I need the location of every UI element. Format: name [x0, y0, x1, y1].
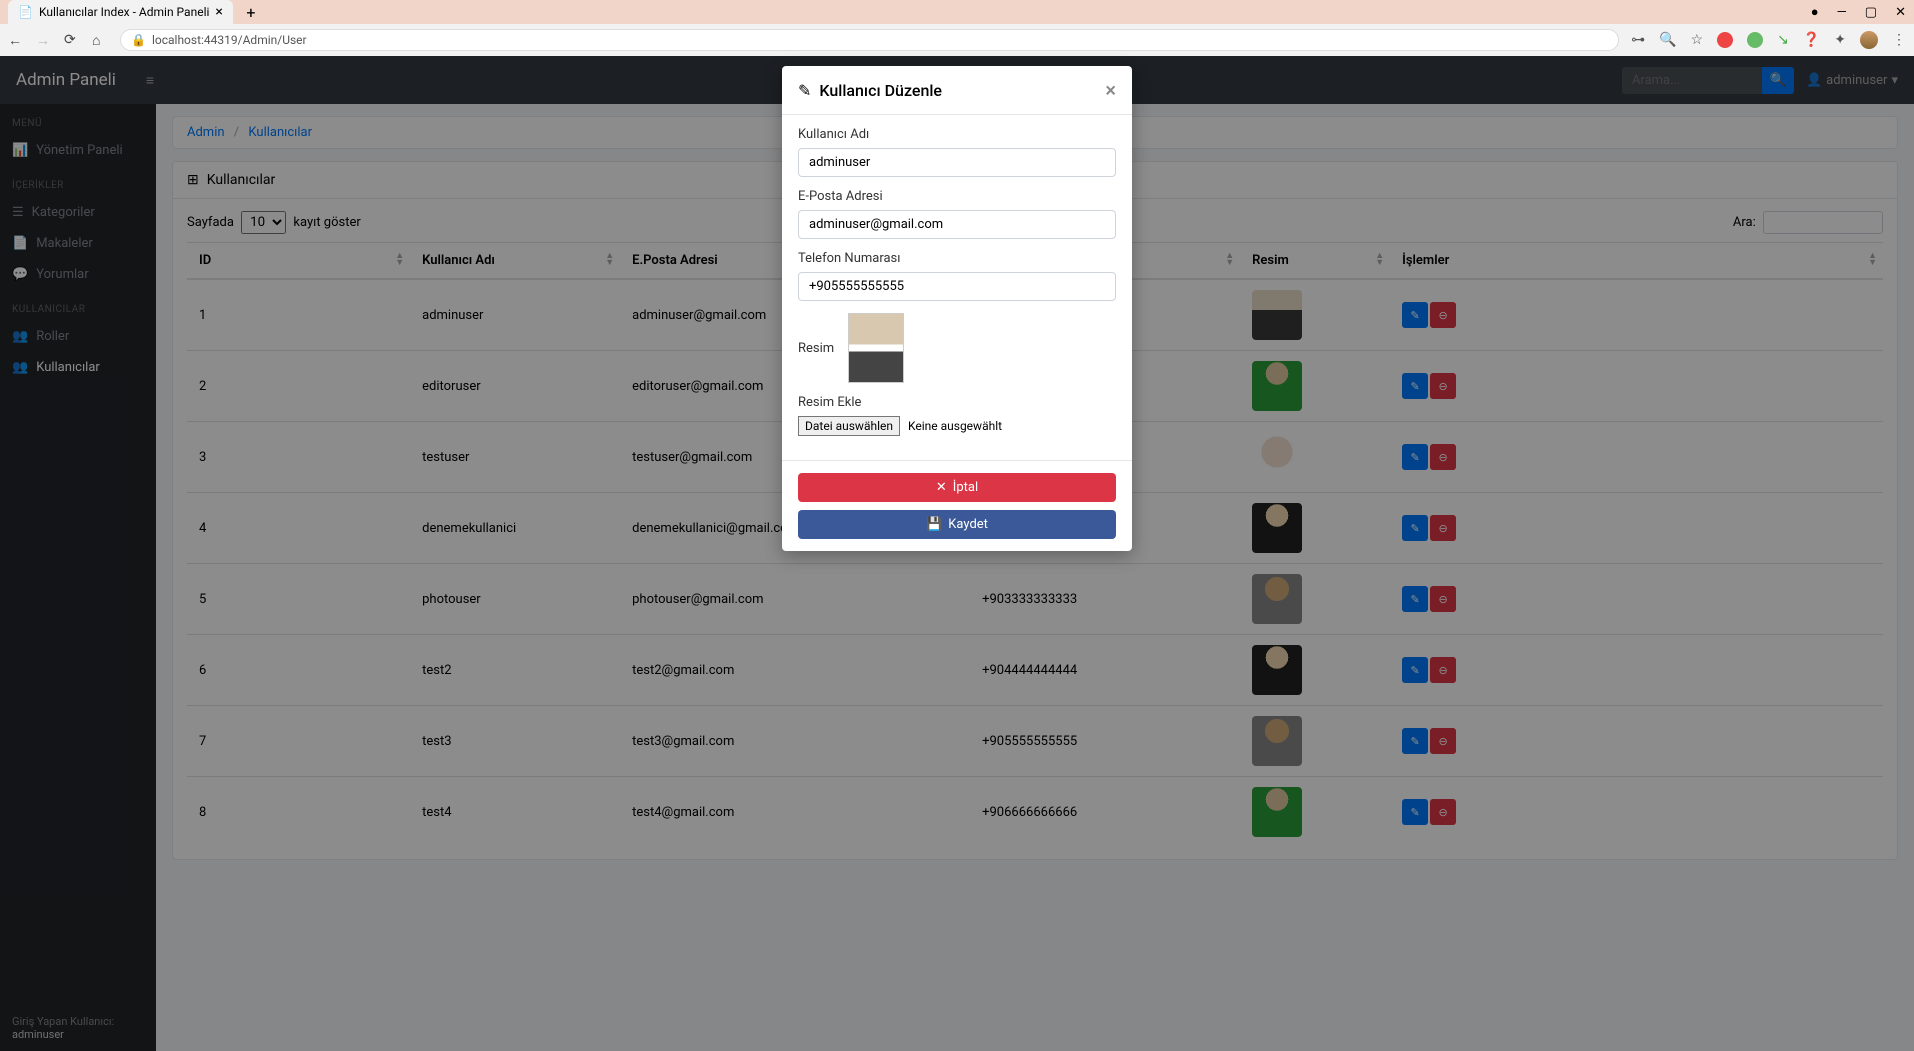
- reload-icon[interactable]: ⟳: [64, 32, 80, 48]
- extension-green-icon[interactable]: [1747, 32, 1763, 48]
- save-label: Kaydet: [948, 517, 988, 532]
- cancel-label: İptal: [953, 480, 978, 495]
- search-icon[interactable]: 🔍: [1659, 32, 1676, 48]
- forward-icon[interactable]: →: [36, 32, 52, 49]
- lock-icon: 🔒: [131, 33, 146, 47]
- username-label: Kullanıcı Adı: [798, 127, 1116, 142]
- tab-favicon: 📄: [18, 5, 33, 19]
- key-icon[interactable]: ⊶: [1631, 32, 1645, 48]
- extension-arrow-icon[interactable]: ↘: [1777, 32, 1789, 48]
- email-field[interactable]: [798, 210, 1116, 239]
- close-icon[interactable]: ×: [215, 4, 222, 20]
- edit-user-modal: ✎ Kullanıcı Düzenle × Kullanıcı Adı E-Po…: [782, 66, 1132, 551]
- phone-label: Telefon Numarası: [798, 251, 1116, 266]
- modal-close-button[interactable]: ×: [1105, 78, 1116, 102]
- browser-url-bar: ← → ⟳ ⌂ 🔒 localhost:44319/Admin/User ⊶ 🔍…: [0, 24, 1914, 56]
- new-tab-button[interactable]: +: [241, 3, 261, 22]
- browser-tab[interactable]: 📄 Kullanıcılar Index - Admin Paneli ×: [8, 0, 233, 24]
- close-icon: ✕: [936, 480, 947, 495]
- close-window-icon[interactable]: ✕: [1895, 5, 1906, 20]
- modal-title: Kullanıcı Düzenle: [819, 81, 942, 100]
- file-choose-button[interactable]: Datei auswählen: [798, 416, 900, 436]
- phone-field[interactable]: [798, 272, 1116, 301]
- add-image-label: Resim Ekle: [798, 395, 1116, 410]
- cancel-button[interactable]: ✕ İptal: [798, 473, 1116, 502]
- edit-icon: ✎: [798, 81, 811, 100]
- browser-tab-bar: 📄 Kullanıcılar Index - Admin Paneli × + …: [0, 0, 1914, 24]
- window-controls: ● — ▢ ✕: [1811, 4, 1906, 20]
- image-label: Resim: [798, 341, 834, 356]
- image-preview: [848, 313, 904, 383]
- back-icon[interactable]: ←: [8, 32, 24, 49]
- sync-icon[interactable]: ●: [1811, 4, 1819, 20]
- email-label: E-Posta Adresi: [798, 189, 1116, 204]
- minimize-icon[interactable]: —: [1837, 5, 1847, 20]
- maximize-icon[interactable]: ▢: [1865, 5, 1877, 20]
- extension-red-icon[interactable]: [1717, 32, 1733, 48]
- username-field[interactable]: [798, 148, 1116, 177]
- home-icon[interactable]: ⌂: [92, 32, 108, 49]
- modal-header: ✎ Kullanıcı Düzenle ×: [782, 66, 1132, 115]
- profile-avatar-icon[interactable]: [1860, 31, 1878, 49]
- tab-title: Kullanıcılar Index - Admin Paneli: [39, 5, 209, 19]
- help-icon[interactable]: ❓: [1803, 32, 1820, 48]
- file-status-text: Keine ausgewählt: [908, 419, 1002, 433]
- url-text: localhost:44319/Admin/User: [152, 33, 307, 47]
- extensions-icon[interactable]: ✦: [1834, 32, 1846, 48]
- save-button[interactable]: 💾 Kaydet: [798, 510, 1116, 539]
- address-bar[interactable]: 🔒 localhost:44319/Admin/User: [120, 29, 1619, 51]
- save-icon: 💾: [926, 517, 942, 532]
- menu-icon[interactable]: ⋮: [1892, 32, 1906, 48]
- star-icon[interactable]: ☆: [1691, 32, 1704, 48]
